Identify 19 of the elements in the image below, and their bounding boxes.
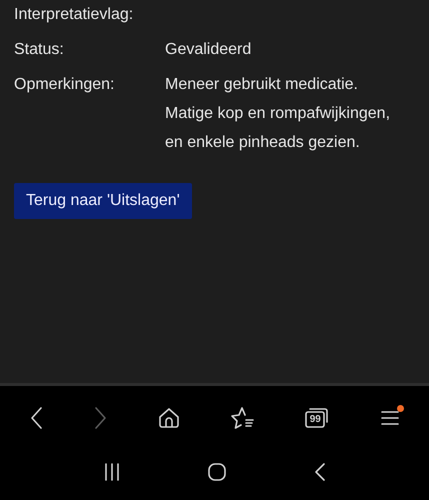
field-label: Status:	[14, 40, 65, 60]
chevron-right-icon	[94, 406, 108, 430]
tab-count: 99	[310, 414, 321, 425]
recents-icon	[103, 463, 122, 481]
menu-icon	[380, 409, 400, 427]
field-value: Meneer gebruikt medicatie.	[165, 75, 359, 95]
star-list-icon	[230, 407, 255, 429]
tabs-icon	[305, 407, 330, 429]
field-value: en enkele pinheads gezien.	[165, 133, 361, 153]
chevron-left-icon	[314, 462, 326, 482]
back-to-results-button[interactable]: Terug naar 'Uitslagen'	[14, 183, 192, 219]
chevron-left-icon	[29, 406, 44, 430]
home-icon	[158, 407, 180, 429]
field-label: Interpretatievlag:	[14, 5, 134, 25]
home-icon	[207, 462, 228, 482]
field-label: Opmerkingen:	[14, 75, 116, 95]
field-value: Matige kop en rompafwijkingen,	[165, 104, 392, 124]
field-value: Gevalideerd	[165, 40, 252, 60]
tabs-button[interactable]: 99	[301, 403, 334, 433]
